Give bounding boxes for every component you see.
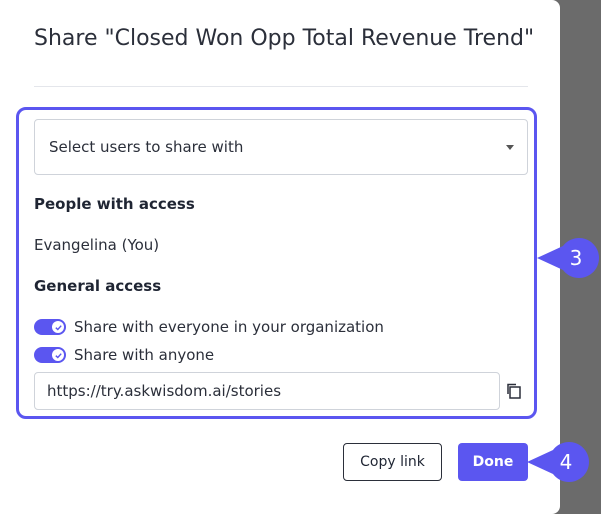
organization-share-label: Share with everyone in your organization [74,318,384,336]
dialog-title: Share "Closed Won Opp Total Revenue Tren… [34,26,535,51]
check-icon [52,321,64,333]
caret-down-icon [506,145,514,150]
share-dialog: Share "Closed Won Opp Total Revenue Tren… [0,0,560,514]
people-heading: People with access [34,195,195,213]
user-select-placeholder: Select users to share with [49,138,244,156]
check-icon [52,349,64,361]
callout-number: 3 [569,246,583,270]
copy-icon[interactable] [505,382,523,400]
user-select[interactable]: Select users to share with [34,119,528,175]
anyone-share-toggle[interactable] [34,347,66,363]
copy-link-button[interactable]: Copy link [343,443,442,481]
step-callout-3: 3 [537,238,600,278]
general-access-heading: General access [34,277,162,295]
share-link-field[interactable]: https://try.askwisdom.ai/stories [34,372,500,410]
callout-number: 4 [559,450,573,474]
title-divider [34,86,528,87]
share-link-value: https://try.askwisdom.ai/stories [47,382,282,400]
anyone-share-label: Share with anyone [74,346,215,364]
toggle-row-anyone: Share with anyone [34,346,214,364]
done-button[interactable]: Done [458,443,528,481]
person-item: Evangelina (You) [34,236,160,254]
step-callout-4: 4 [527,442,590,482]
organization-share-toggle[interactable] [34,319,66,335]
toggle-row-organization: Share with everyone in your organization [34,318,384,336]
